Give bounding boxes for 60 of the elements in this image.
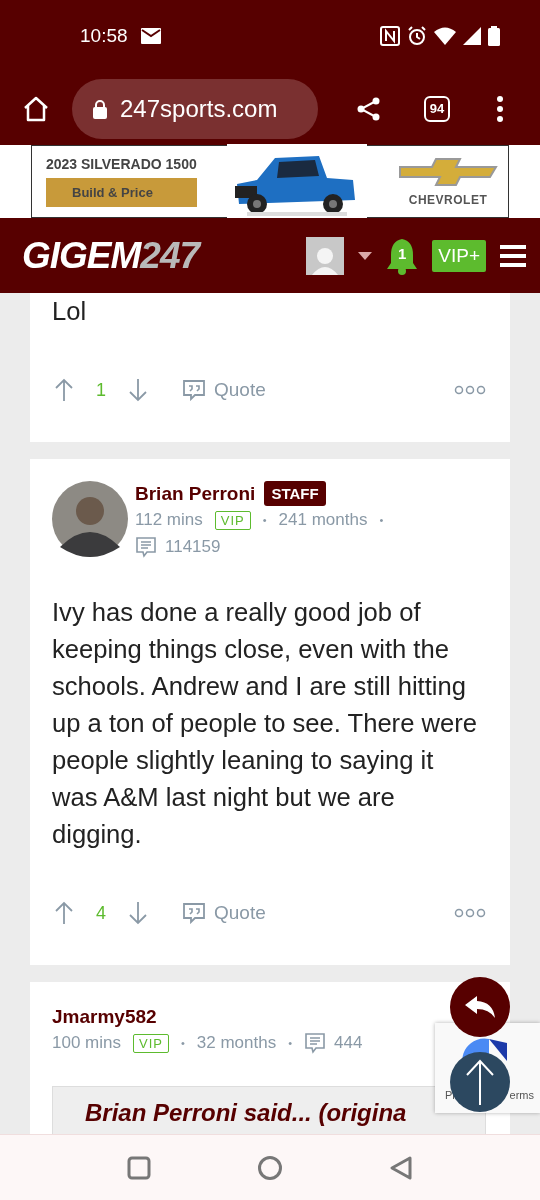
back-icon[interactable]: [389, 1154, 413, 1181]
alarm-icon: [407, 26, 427, 46]
post-time: 100 mins: [52, 1033, 121, 1053]
upvote-icon[interactable]: [54, 901, 74, 925]
post-time: 112 mins: [135, 510, 203, 530]
arrow-up-icon: [465, 1059, 495, 1105]
member-tenure: 241 months: [278, 510, 368, 530]
mail-icon: [140, 28, 161, 44]
author-name[interactable]: Brian Perroni: [135, 482, 256, 505]
separator-dot: •: [379, 514, 384, 526]
quote-icon: [182, 379, 206, 401]
home-button-icon[interactable]: [257, 1154, 283, 1181]
member-tenure: 32 months: [196, 1033, 277, 1053]
caret-icon[interactable]: [358, 251, 373, 260]
vote-count: 1: [95, 379, 107, 401]
post-count: 114159: [165, 537, 221, 557]
more-icon[interactable]: [496, 95, 504, 122]
separator-dot: •: [262, 514, 267, 526]
comment-icon: [304, 1032, 327, 1054]
bowtie-logo-icon: [398, 156, 498, 187]
post-text: Ivy has done a really good job of keeping things close, even with the schools. Andrew and I are still hitting up a ton of people to see. There were people slightly leaning to saying it was A&M last night but we are digging.: [52, 597, 478, 850]
avatar-icon[interactable]: [52, 481, 128, 557]
user-avatar[interactable]: [306, 236, 345, 275]
downvote-icon[interactable]: [128, 901, 148, 925]
brand-name: CHEVROLET: [408, 192, 488, 207]
lock-icon: [92, 98, 108, 119]
vote-count: 4: [95, 902, 107, 924]
ad-banner[interactable]: 2023 SILVERADO 1500 Build & Price CHEVROLET: [31, 145, 509, 218]
staff-badge: STAFF: [264, 481, 326, 506]
url-text: 247sports.com: [120, 94, 278, 123]
upvote-icon[interactable]: [54, 378, 74, 402]
comment-icon: [135, 536, 157, 558]
signal-icon: [463, 27, 481, 45]
home-icon[interactable]: [22, 94, 50, 123]
site-logo[interactable]: GIGEM247: [22, 234, 200, 277]
ad-headline: 2023 SILVERADO 1500: [46, 156, 197, 172]
vip-badge: VIP: [133, 1033, 169, 1053]
recents-icon[interactable]: [127, 1155, 151, 1180]
quote-title: Brian Perroni said... (origina: [85, 1099, 407, 1126]
address-bar[interactable]: 247sports.com: [72, 78, 318, 139]
nfc-icon: [380, 26, 400, 46]
downvote-icon[interactable]: [128, 378, 148, 402]
reply-icon: [465, 996, 495, 1018]
battery-icon: [488, 26, 500, 46]
menu-icon[interactable]: [500, 244, 526, 267]
terms-link[interactable]: erms: [509, 1089, 534, 1101]
build-price-button[interactable]: Build & Price: [46, 178, 197, 207]
bell-icon: [386, 236, 419, 275]
vip-badge: VIP: [214, 510, 251, 530]
quote-icon: [182, 902, 206, 924]
separator-dot: •: [288, 1037, 293, 1049]
clock-time: 10:58: [80, 25, 128, 47]
author-name[interactable]: Jmarmy582: [52, 1006, 157, 1028]
share-icon[interactable]: [356, 95, 382, 122]
post-text: Lol: [52, 296, 88, 327]
post-count: 444: [334, 1033, 363, 1053]
tab-count-button[interactable]: 94: [424, 95, 450, 122]
wifi-icon: [434, 27, 456, 45]
separator-dot: •: [180, 1037, 185, 1049]
notification-count: 1: [397, 244, 408, 262]
